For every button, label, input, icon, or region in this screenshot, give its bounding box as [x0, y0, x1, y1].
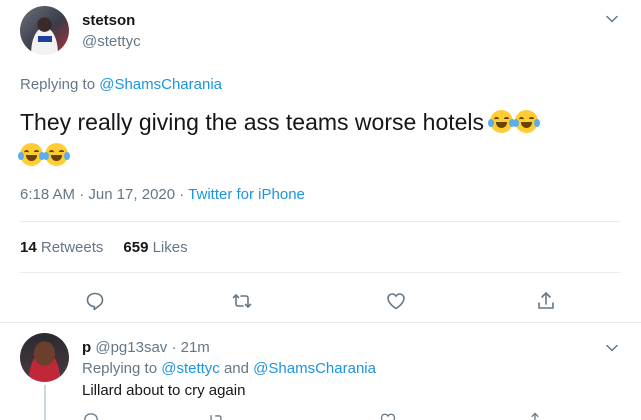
- reply-header: p @pg13sav · 21m: [82, 339, 210, 356]
- share-icon[interactable]: [535, 290, 557, 312]
- retweet-icon[interactable]: [231, 290, 253, 312]
- user-handle[interactable]: @stettyc: [82, 33, 141, 50]
- tweet-body: They really giving the ass teams worse h…: [20, 109, 485, 135]
- heart-icon[interactable]: [379, 411, 397, 420]
- divider: [20, 272, 620, 273]
- reply-action-bar: 17 21: [82, 411, 544, 420]
- mention-link[interactable]: @ShamsCharania: [253, 360, 376, 377]
- tweet-meta: 6:18 AM · Jun 17, 2020 · Twitter for iPh…: [20, 186, 305, 203]
- face-with-tears-of-joy-icon: [513, 110, 541, 133]
- likes-stat[interactable]: 659 Likes: [123, 239, 187, 256]
- heart-icon[interactable]: [385, 290, 407, 312]
- replying-to: Replying to @ShamsCharania: [20, 76, 222, 93]
- face-with-tears-of-joy-icon: [488, 110, 516, 133]
- tweet-text: They really giving the ass teams worse h…: [18, 106, 620, 172]
- face-with-tears-of-joy-icon: [43, 143, 70, 166]
- timestamp[interactable]: 6:18 AM · Jun 17, 2020 ·: [20, 186, 188, 203]
- retweets-count: 14: [20, 239, 37, 256]
- retweets-label: Retweets: [40, 239, 104, 256]
- chevron-down-icon[interactable]: [605, 12, 619, 26]
- and-label: and: [219, 360, 254, 377]
- display-name[interactable]: stetson: [82, 12, 135, 29]
- tweet-stats: 14 Retweets 659 Likes: [20, 239, 188, 256]
- divider: [20, 221, 620, 222]
- replying-to-label: Replying to: [82, 360, 162, 377]
- share-icon[interactable]: [526, 411, 544, 420]
- retweets-stat[interactable]: 14 Retweets: [20, 239, 103, 256]
- replying-to: Replying to @stettyc and @ShamsCharania: [82, 360, 376, 377]
- display-name[interactable]: p: [82, 339, 91, 356]
- retweet-icon[interactable]: [207, 411, 225, 420]
- reply-icon[interactable]: [84, 290, 106, 312]
- thread-line: [44, 385, 46, 420]
- reply-icon[interactable]: [82, 411, 104, 420]
- mention-link[interactable]: @stettyc: [161, 360, 220, 377]
- reply-tweet[interactable]: p @pg13sav · 21m Replying to @stettyc an…: [0, 323, 641, 420]
- main-tweet: stetson @stettyc Replying to @ShamsChara…: [0, 0, 641, 322]
- face-with-tears-of-joy-icon: [18, 143, 45, 166]
- chevron-down-icon[interactable]: [605, 341, 619, 355]
- likes-label: Likes: [152, 239, 188, 256]
- avatar[interactable]: [20, 6, 69, 55]
- tweet-text: Lillard about to cry again: [82, 382, 246, 399]
- avatar[interactable]: [20, 333, 69, 382]
- handle-time[interactable]: @pg13sav · 21m: [95, 339, 209, 356]
- replying-to-label: Replying to: [20, 76, 100, 93]
- likes-count: 659: [123, 239, 149, 256]
- source-link[interactable]: Twitter for iPhone: [188, 186, 305, 203]
- mention-link[interactable]: @ShamsCharania: [99, 76, 222, 93]
